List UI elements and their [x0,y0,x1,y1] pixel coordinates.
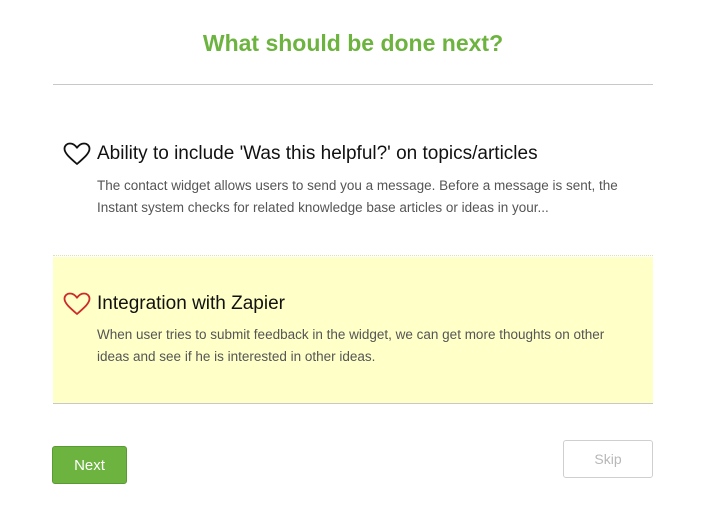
idea-title[interactable]: Ability to include 'Was this helpful?' o… [97,143,538,165]
idea-item-helpful[interactable]: Ability to include 'Was this helpful?' o… [53,116,653,256]
page-title: What should be done next? [202,30,504,56]
idea-header: Integration with Zapier [63,292,285,316]
title-divider [53,84,653,85]
skip-button[interactable]: Skip [563,440,653,478]
idea-header: Ability to include 'Was this helpful?' o… [63,142,538,166]
idea-description: When user tries to submit feedback in th… [97,327,605,364]
idea-item-zapier[interactable]: Integration with Zapier When user tries … [53,257,653,404]
heart-outline-icon[interactable] [63,142,91,166]
next-button[interactable]: Next [52,446,127,484]
heart-outline-icon[interactable] [63,292,91,316]
idea-vote-page: What should be done next? Ability to inc… [0,0,706,508]
idea-title[interactable]: Integration with Zapier [97,293,285,315]
idea-description: The contact widget allows users to send … [97,178,618,215]
